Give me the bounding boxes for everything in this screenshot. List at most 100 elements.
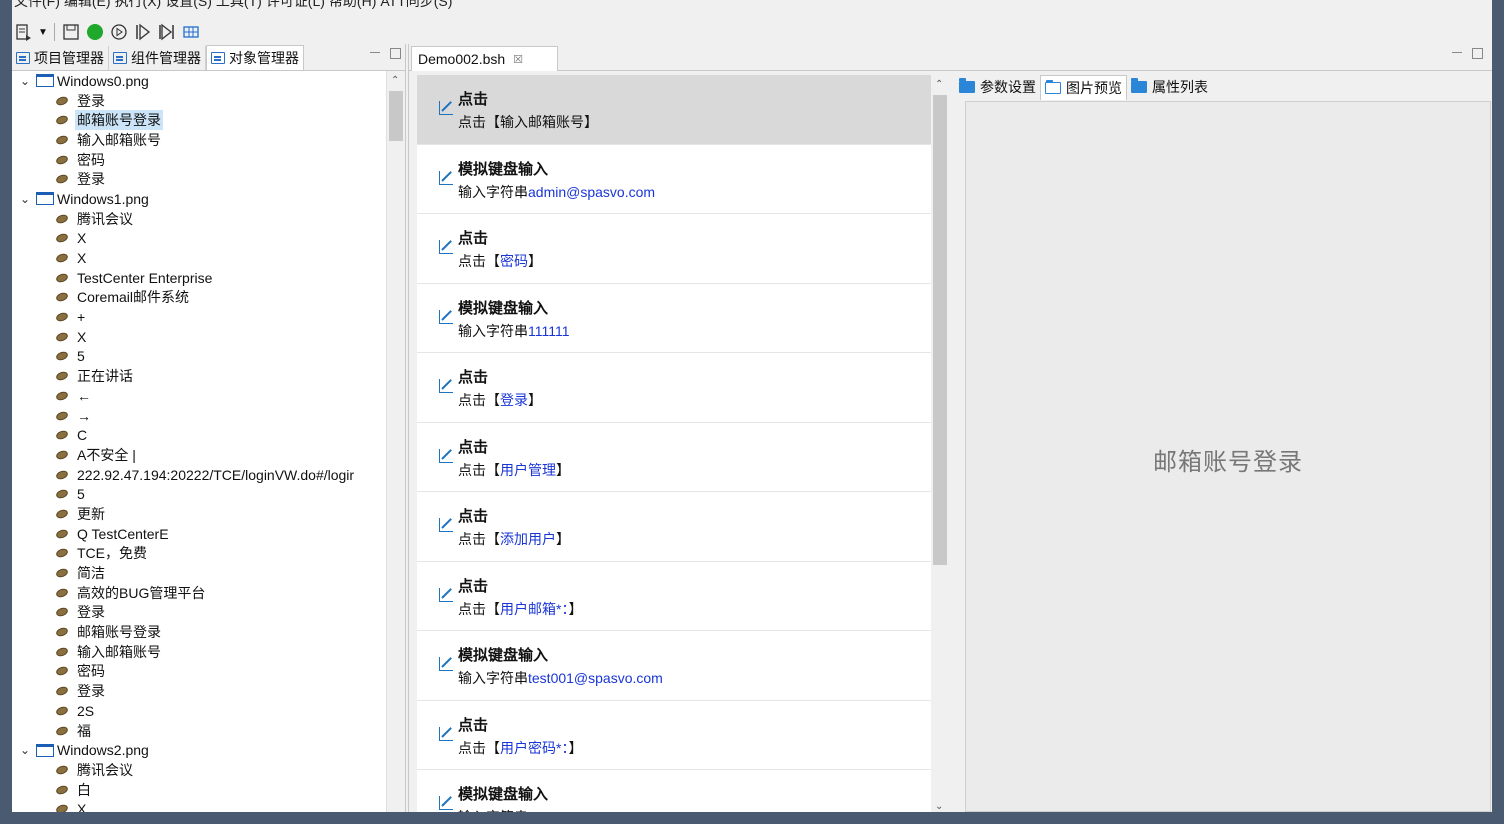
tree-node-object[interactable]: 邮箱账号登录 [12, 110, 384, 131]
maximize-icon[interactable] [390, 48, 401, 59]
step-item[interactable]: 点击 点击【添加用户】 [417, 492, 931, 562]
tree-node-label: TCE，免费 [77, 545, 147, 562]
step-item[interactable]: 点击 点击【用户邮箱*：】 [417, 562, 931, 631]
step-list-scrollbar[interactable]: ⌃ ⌄ [931, 75, 949, 812]
grid-icon[interactable] [181, 22, 201, 42]
step-item[interactable]: 模拟键盘输入 输入字符串test001@spasvo.com [417, 631, 931, 701]
scroll-thumb[interactable] [933, 95, 947, 565]
object-icon [54, 390, 70, 402]
tree-node-label: 白 [77, 781, 91, 798]
tree-node-label: X [77, 801, 87, 812]
tree-node-object[interactable]: 高效的BUG管理平台 [12, 583, 384, 603]
menu-item[interactable]: ATT同步(S) [380, 0, 452, 9]
scroll-thumb[interactable] [389, 91, 403, 141]
tab-image-preview[interactable]: 图片预览 [1040, 74, 1127, 100]
step-item[interactable]: 模拟键盘输入 输入字符串admin@spasvo.com [417, 145, 931, 214]
tree-node-object[interactable]: Q TestCenterE [12, 524, 384, 544]
tree-node-object[interactable]: 正在讲话 [12, 366, 384, 386]
step-end-icon[interactable] [157, 22, 177, 42]
folder-icon [1131, 78, 1147, 93]
tree-node-object[interactable]: 更新 [12, 504, 384, 524]
step-icon[interactable] [133, 22, 153, 42]
chevron-down-icon[interactable]: ⌄ [20, 743, 32, 757]
menu-item[interactable]: 编辑(E) [64, 0, 111, 9]
step-item[interactable]: 模拟键盘输入输入字符串111111 [417, 770, 931, 812]
tree-node-object[interactable]: X [12, 799, 384, 812]
menu-item[interactable]: 工具(T) [216, 0, 262, 9]
step-item[interactable]: 模拟键盘输入输入字符串111111 [417, 284, 931, 353]
tree-node-object[interactable]: ← [12, 386, 384, 406]
tree-node-object[interactable]: TCE，免费 [12, 544, 384, 564]
tree-node-object[interactable]: 222.92.47.194:20222/TCE/loginVW.do#/logi… [12, 465, 384, 485]
tree-node-object[interactable]: 2S [12, 701, 384, 721]
step-item[interactable]: 点击 点击【密码】 [417, 214, 931, 284]
chevron-down-icon[interactable]: ⌄ [20, 192, 32, 206]
step-item[interactable]: 点击 点击【用户管理】 [417, 423, 931, 492]
editor-tab[interactable]: Demo002.bsh ☒ [411, 46, 559, 71]
tab-component-manager[interactable]: 组件管理器 [109, 46, 206, 70]
tab-object-manager[interactable]: 对象管理器 [206, 45, 304, 70]
menu-item[interactable]: 执行(X) [115, 0, 162, 9]
chevron-down-icon[interactable]: ⌄ [20, 74, 32, 88]
menu-item[interactable]: 文件(F) [14, 0, 60, 9]
tree-node-object[interactable]: 登录 [12, 91, 384, 111]
record-icon[interactable] [85, 22, 105, 42]
tree-node-object[interactable]: C [12, 425, 384, 445]
tree-node-object[interactable]: X [12, 229, 384, 249]
tree-node-object[interactable]: TestCenter Enterprise [12, 268, 384, 288]
tree-node-object[interactable]: 邮箱账号登录 [12, 622, 384, 642]
tree-node-object[interactable]: 输入邮箱账号 [12, 130, 384, 150]
step-title: 模拟键盘输入 [458, 786, 549, 803]
tree-node-object[interactable]: 白 [12, 780, 384, 800]
tree-node-object[interactable]: 福 [12, 721, 384, 741]
tab-parameter-settings[interactable]: 参数设置 [955, 75, 1040, 99]
tree-node-window[interactable]: ⌄ Windows2.png [12, 740, 384, 760]
tree-scrollbar[interactable]: ⌃ [386, 71, 405, 812]
run-list-icon[interactable] [14, 22, 34, 42]
tree-node-object[interactable]: → [12, 406, 384, 426]
tree-node-object[interactable]: 5 [12, 347, 384, 367]
tree-node-object[interactable]: A不安全 | [12, 445, 384, 465]
step-item[interactable]: 点击 点击【输入邮箱账号】 [417, 75, 931, 145]
step-desc-value: test001@spasvo.com [528, 670, 663, 686]
step-item[interactable]: 点击 点击【登录】 [417, 353, 931, 423]
object-icon [54, 153, 70, 166]
tree-node-object[interactable]: 腾讯会议 [12, 760, 384, 780]
tree-node-object[interactable]: Coremail邮件系统 [12, 288, 384, 308]
minimize-icon[interactable] [1452, 52, 1462, 55]
menu-item[interactable]: 许可证(L) [266, 0, 325, 9]
tree-node-object[interactable]: 5 [12, 484, 384, 504]
tree-node-object[interactable]: 登录 [12, 603, 384, 623]
tree-node-object[interactable]: X [12, 248, 384, 268]
menu-item[interactable]: 设置(S) [165, 0, 212, 9]
tree-node-window[interactable]: ⌄ Windows0.png [12, 71, 384, 91]
tab-label: 对象管理器 [229, 50, 299, 66]
tree-node-object[interactable]: 登录 [12, 169, 384, 189]
dropdown-icon[interactable]: ▼ [38, 22, 48, 42]
tree-node-object[interactable]: + [12, 307, 384, 327]
tree-node-object[interactable]: 密码 [12, 150, 384, 170]
tab-property-list[interactable]: 属性列表 [1127, 75, 1212, 99]
tree-node-window[interactable]: ⌄ Windows1.png [12, 189, 384, 209]
maximize-icon[interactable] [1472, 48, 1483, 59]
scroll-up-icon[interactable]: ⌃ [391, 75, 399, 86]
minimize-icon[interactable] [370, 52, 380, 55]
tab-project-manager[interactable]: 项目管理器 [12, 46, 109, 70]
save-icon[interactable] [61, 22, 81, 42]
object-icon [54, 134, 70, 146]
step-title: 模拟键盘输入 [458, 160, 549, 178]
close-icon[interactable]: ☒ [513, 53, 523, 66]
tree-node-object[interactable]: 登录 [12, 681, 384, 701]
scroll-down-icon[interactable]: ⌄ [935, 801, 943, 812]
tree-node-object[interactable]: 腾讯会议 [12, 209, 384, 229]
menu-item[interactable]: 帮助(H) [329, 0, 376, 9]
step-desc-suffix: 】 [556, 531, 570, 547]
scroll-up-icon[interactable]: ⌃ [935, 79, 943, 90]
tree-node-object[interactable]: X [12, 327, 384, 347]
tree-node-object[interactable]: 输入邮箱账号 [12, 642, 384, 662]
tree-node-object[interactable]: 简洁 [12, 563, 384, 583]
tree-node-object[interactable]: 密码 [12, 662, 384, 682]
step-item[interactable]: 点击 点击【用户密码*：】 [417, 701, 931, 770]
play-icon[interactable] [109, 22, 129, 42]
step-description: 点击【用户密码*：】 [458, 738, 582, 758]
